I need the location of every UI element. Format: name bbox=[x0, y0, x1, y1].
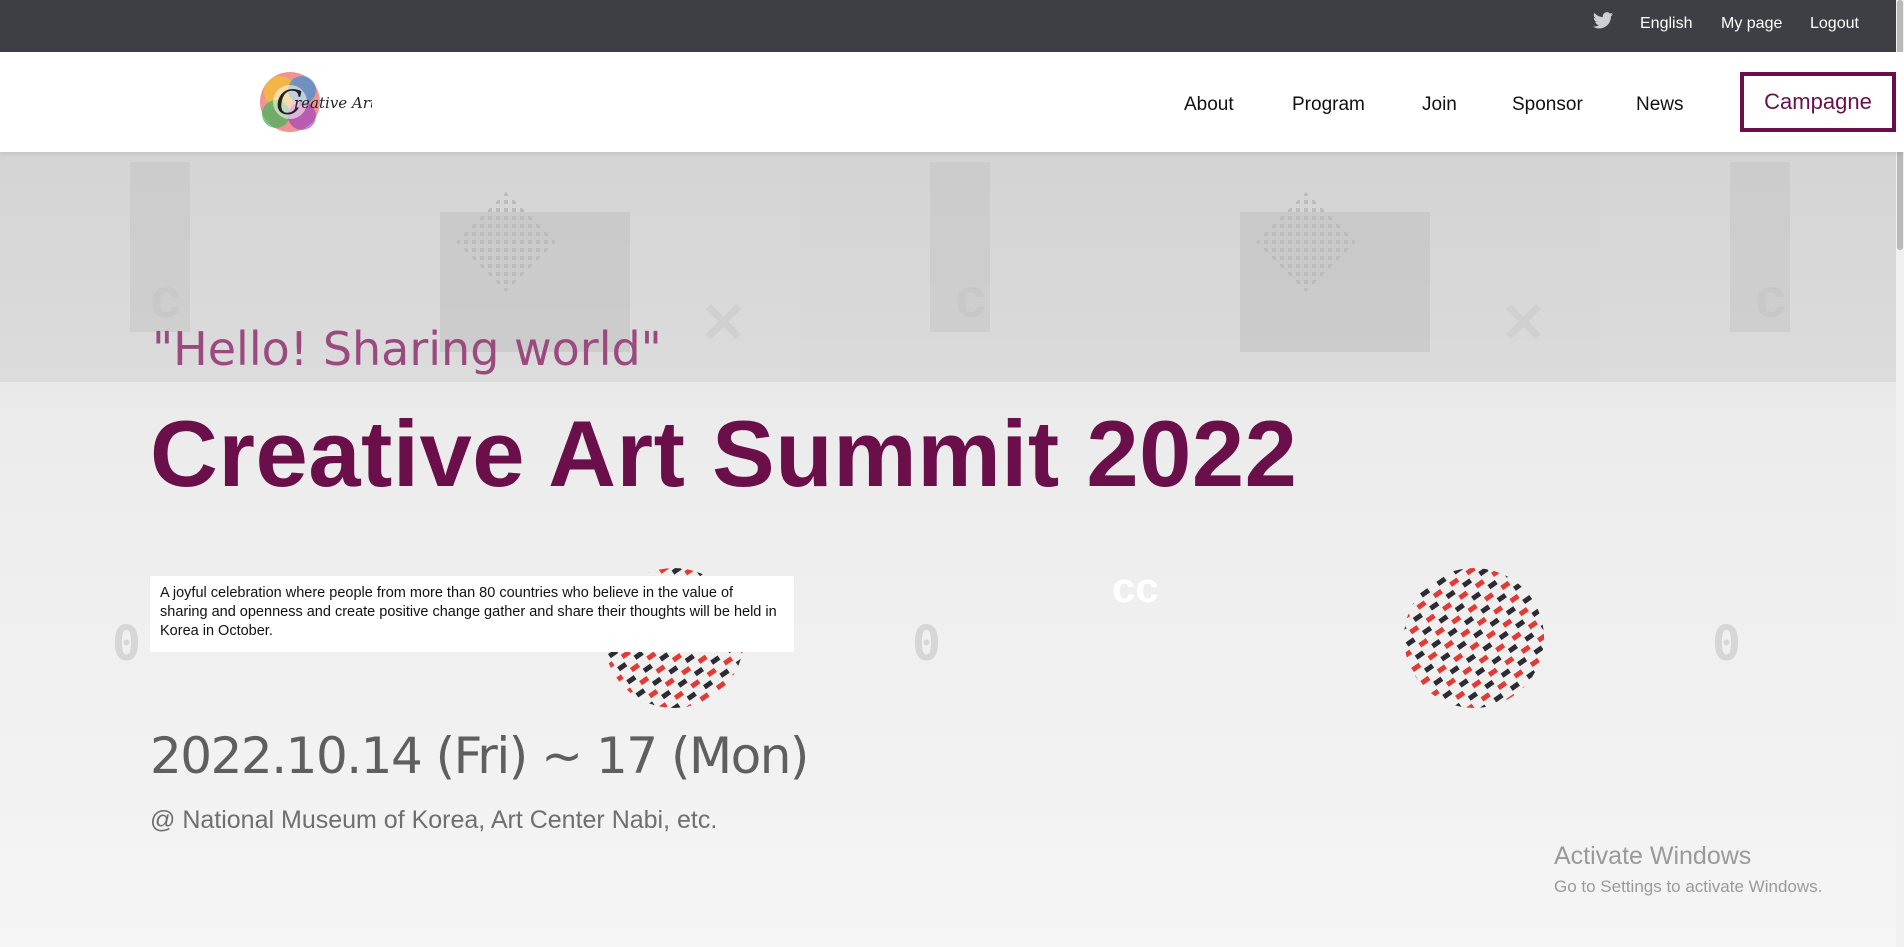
hero-title: Creative Art Summit 2022 bbox=[150, 401, 1298, 506]
nav-program[interactable]: Program bbox=[1292, 94, 1365, 116]
svg-text:reative Art: reative Art bbox=[294, 94, 372, 112]
svg-text:0: 0 bbox=[1712, 616, 1741, 672]
creative-art-logo[interactable]: C reative Art bbox=[254, 62, 377, 142]
language-link[interactable]: English bbox=[1640, 15, 1692, 33]
nav-sponsor[interactable]: Sponsor bbox=[1512, 94, 1583, 116]
svg-text:c: c bbox=[1755, 266, 1786, 329]
watermark-title: Activate Windows bbox=[1554, 842, 1752, 870]
svg-text:c: c bbox=[150, 266, 181, 329]
hero-section: c c c ✕ ✕ 0 0 0 cc "Hello! Sharing world… bbox=[0, 152, 1904, 947]
svg-text:0: 0 bbox=[912, 616, 941, 672]
nav-about[interactable]: About bbox=[1184, 94, 1234, 116]
svg-text:✕: ✕ bbox=[700, 291, 747, 354]
activate-windows-watermark: Activate Windows Go to Settings to activ… bbox=[1554, 842, 1822, 897]
mypage-link[interactable]: My page bbox=[1721, 15, 1782, 33]
svg-text:0: 0 bbox=[112, 616, 141, 672]
svg-text:cc: cc bbox=[1112, 564, 1159, 611]
hero-subtitle: "Hello! Sharing world" bbox=[152, 322, 662, 376]
svg-text:✕: ✕ bbox=[1500, 291, 1547, 354]
hero-description: A joyful celebration where people from m… bbox=[150, 576, 794, 652]
watermark-subtitle: Go to Settings to activate Windows. bbox=[1554, 877, 1823, 896]
event-date: 2022.10.14 (Fri) ~ 17 (Mon) bbox=[150, 727, 809, 785]
logout-link[interactable]: Logout bbox=[1810, 15, 1859, 33]
twitter-icon[interactable] bbox=[1592, 10, 1614, 30]
main-navbar: C reative Art About Program Join Sponsor… bbox=[0, 52, 1904, 152]
nav-join[interactable]: Join bbox=[1422, 94, 1457, 116]
campagne-button[interactable]: Campagne bbox=[1740, 72, 1896, 132]
top-utility-bar: English My page Logout bbox=[0, 0, 1904, 52]
nav-news[interactable]: News bbox=[1636, 94, 1684, 116]
svg-text:c: c bbox=[955, 266, 986, 329]
event-venue: @ National Museum of Korea, Art Center N… bbox=[150, 806, 718, 834]
